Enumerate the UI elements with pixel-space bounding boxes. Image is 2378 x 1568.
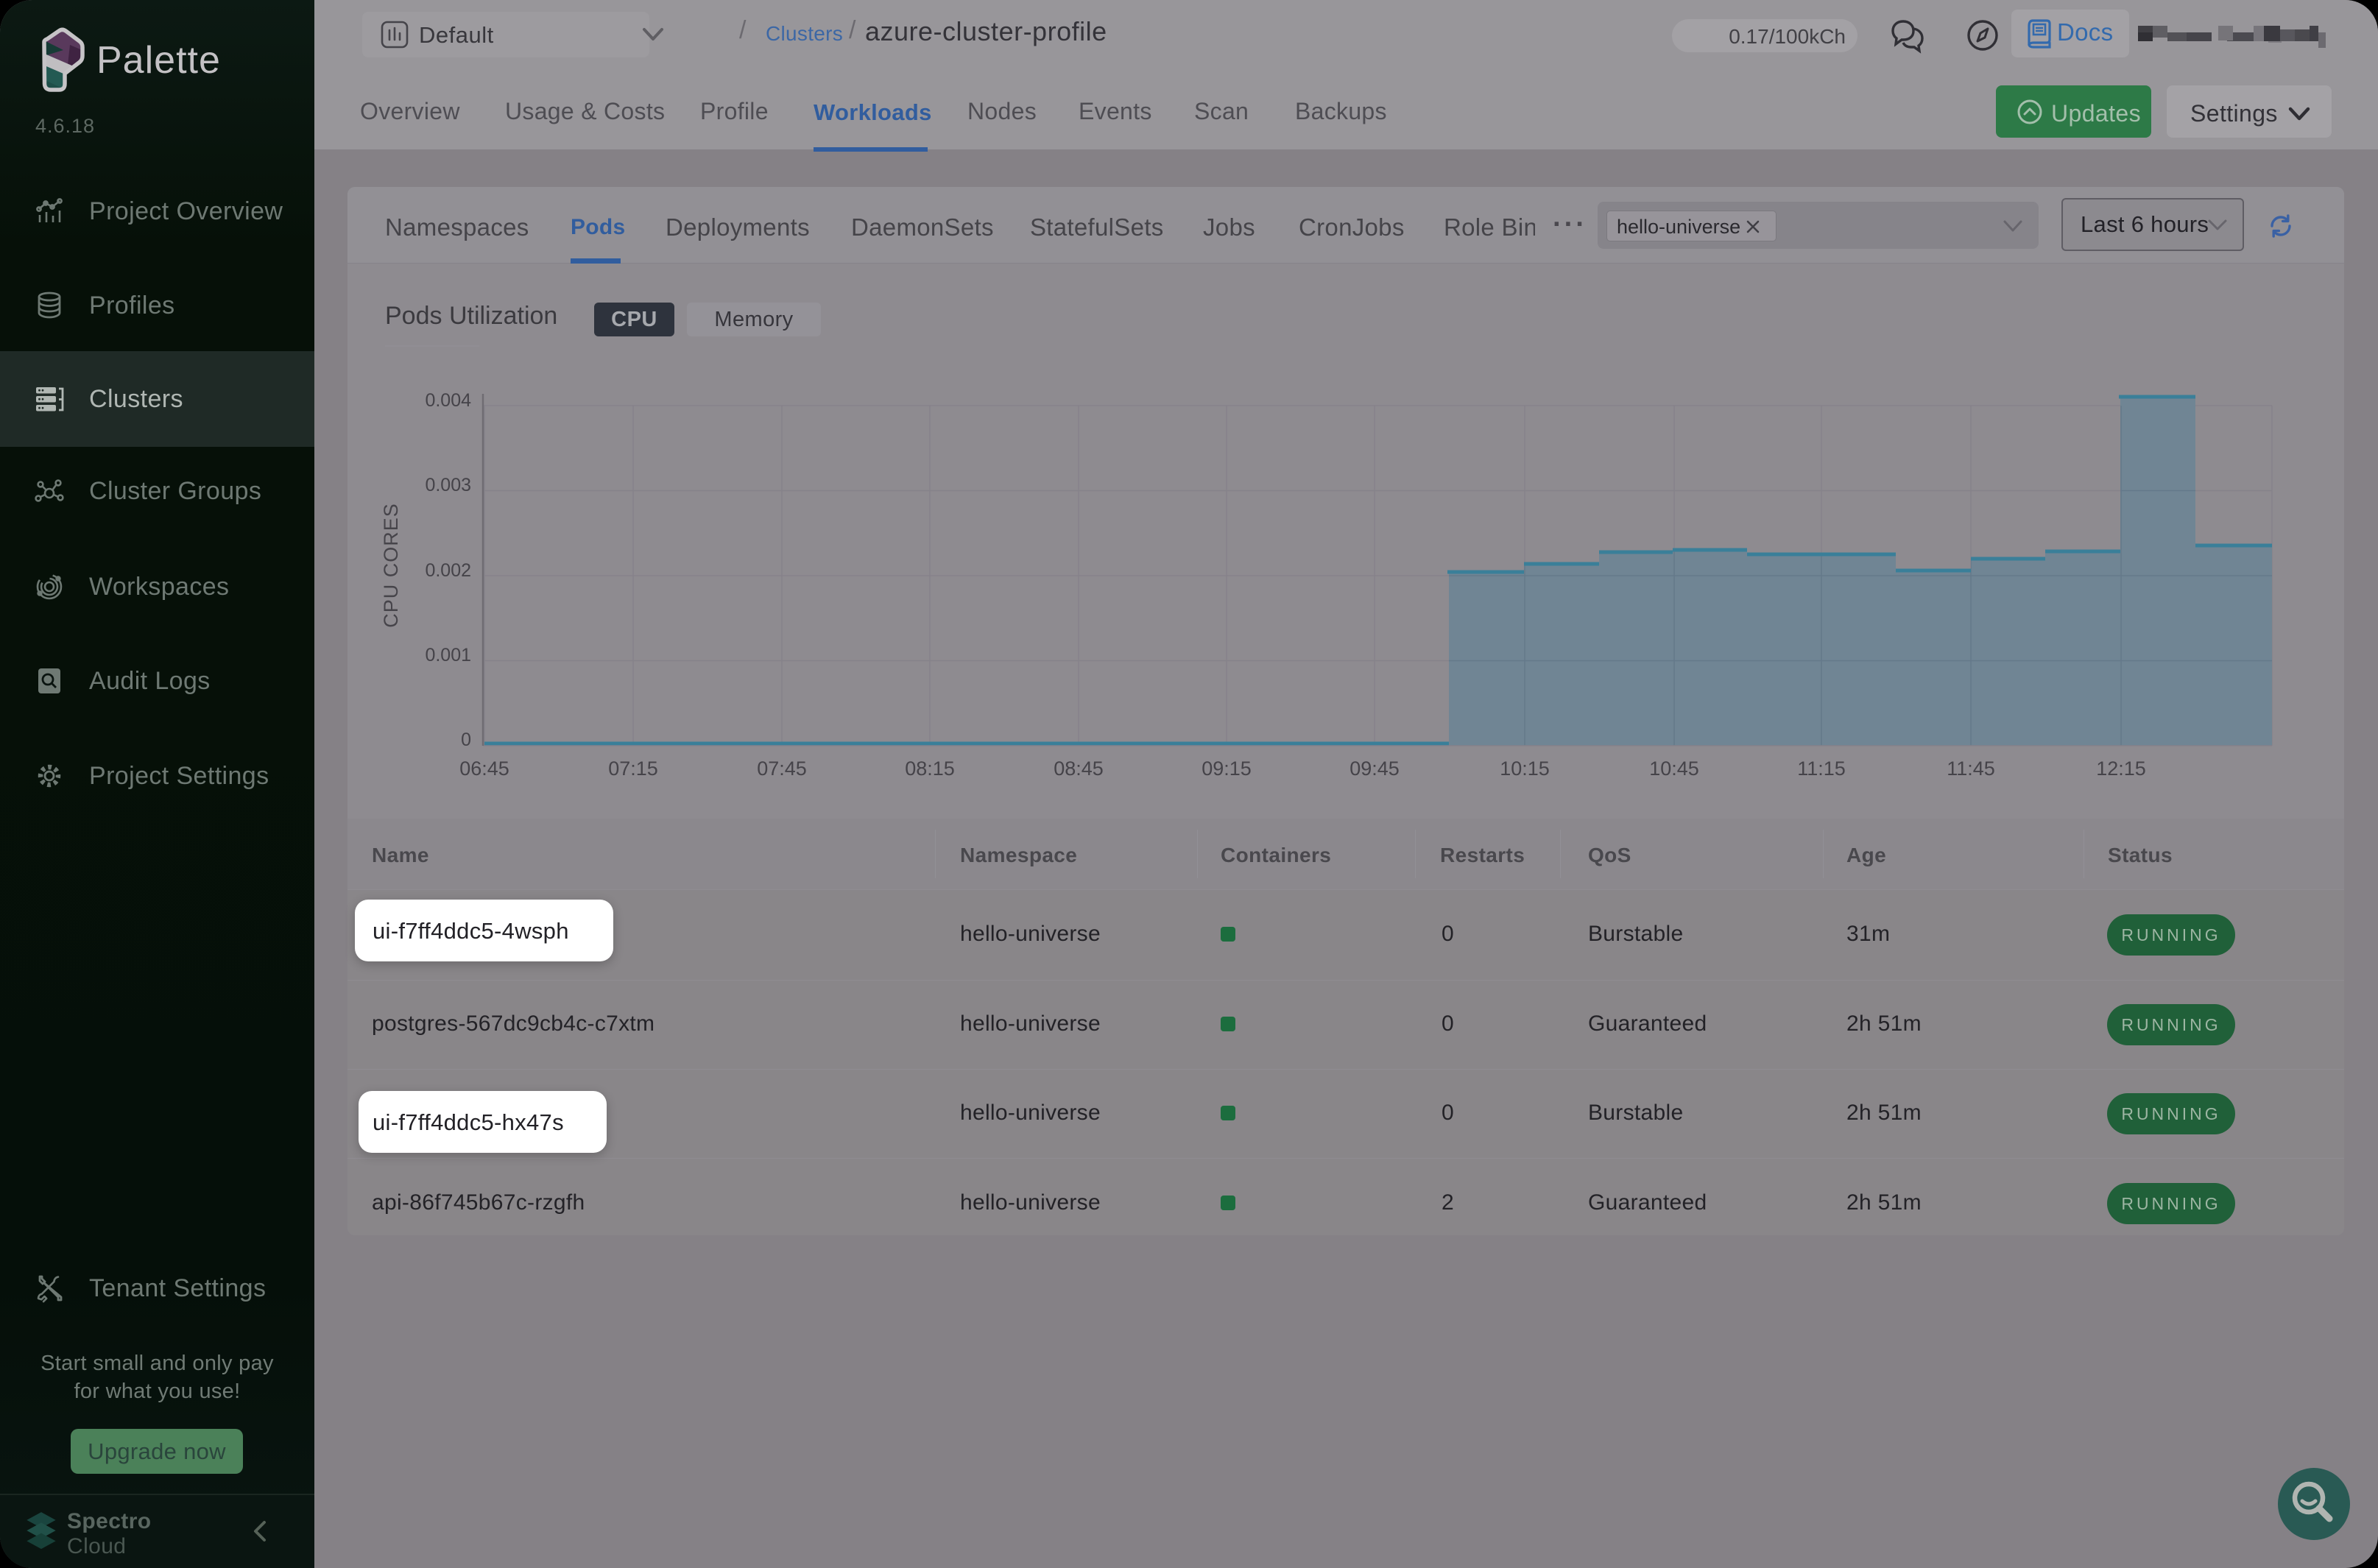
svg-text:08:45: 08:45: [1054, 757, 1104, 780]
svg-text:0.002: 0.002: [425, 560, 471, 581]
svg-text:0.003: 0.003: [425, 475, 471, 495]
svg-text:07:15: 07:15: [608, 757, 658, 780]
svg-text:0.004: 0.004: [425, 390, 471, 411]
svg-text:07:45: 07:45: [757, 757, 807, 780]
svg-text:09:15: 09:15: [1202, 757, 1252, 780]
svg-text:12:15: 12:15: [2096, 757, 2146, 780]
svg-text:06:45: 06:45: [459, 757, 509, 780]
svg-text:0.001: 0.001: [425, 645, 471, 665]
svg-text:11:45: 11:45: [1947, 757, 1995, 780]
svg-text:08:15: 08:15: [905, 757, 955, 780]
svg-text:11:15: 11:15: [1797, 757, 1846, 780]
svg-text:10:15: 10:15: [1500, 757, 1550, 780]
svg-text:CPU CORES: CPU CORES: [380, 503, 402, 628]
svg-text:10:45: 10:45: [1649, 757, 1699, 780]
svg-text:0: 0: [461, 730, 471, 750]
svg-text:09:45: 09:45: [1349, 757, 1400, 780]
